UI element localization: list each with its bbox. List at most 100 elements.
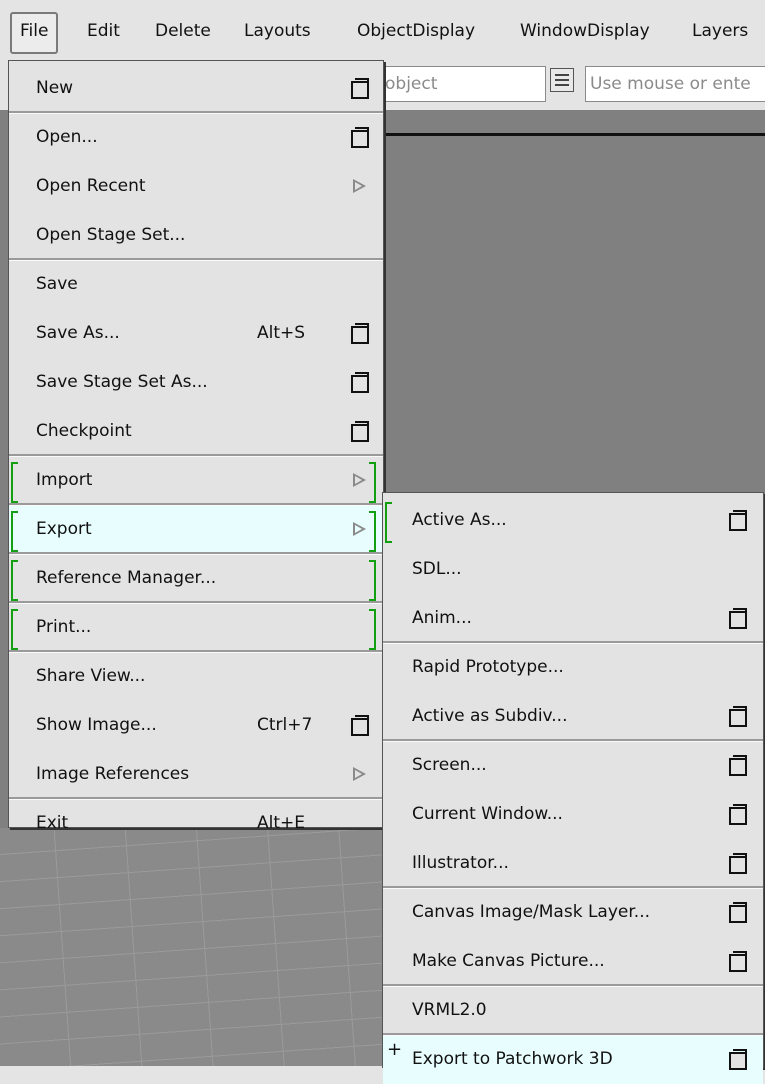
option-box-icon[interactable] bbox=[729, 510, 747, 531]
menu-item-label: Illustrator... bbox=[412, 853, 509, 873]
menu-item-label: Save bbox=[36, 274, 78, 294]
menu-separator bbox=[9, 650, 383, 653]
menu-item-share-view[interactable]: Share View... bbox=[9, 652, 383, 701]
marking-bracket-right-icon bbox=[369, 609, 376, 650]
submenu-arrow-icon bbox=[353, 767, 366, 781]
option-box-icon[interactable] bbox=[351, 715, 369, 736]
option-box-icon[interactable] bbox=[351, 127, 369, 148]
menu-item-open-stage-set[interactable]: Open Stage Set... bbox=[9, 211, 383, 260]
menu-edit[interactable]: Edit bbox=[87, 12, 120, 50]
menu-item-export-to-patchwork-3d[interactable]: Export to Patchwork 3D + bbox=[383, 1035, 763, 1084]
menu-item-reference-manager[interactable]: Reference Manager... bbox=[9, 554, 383, 603]
menu-objectdisplay[interactable]: ObjectDisplay bbox=[357, 12, 475, 50]
menu-bar: File Edit Delete Layouts ObjectDisplay W… bbox=[0, 0, 765, 64]
menu-item-show-image[interactable]: Show Image... Ctrl+7 bbox=[9, 701, 383, 750]
option-box-icon[interactable] bbox=[729, 608, 747, 629]
menu-item-label: Show Image... bbox=[36, 715, 157, 735]
menu-item-label: Checkpoint bbox=[36, 421, 132, 441]
marking-bracket-left-icon bbox=[11, 560, 18, 601]
menu-layers[interactable]: Layers bbox=[692, 12, 748, 50]
menu-item-checkpoint[interactable]: Checkpoint bbox=[9, 407, 383, 456]
option-box-icon[interactable] bbox=[729, 951, 747, 972]
shortcut-label: Alt+E bbox=[257, 813, 306, 833]
menu-item-save[interactable]: Save bbox=[9, 260, 383, 309]
shortcut-label: Ctrl+7 bbox=[257, 715, 313, 735]
menu-item-image-references[interactable]: Image References bbox=[9, 750, 383, 799]
menu-item-label: Anim... bbox=[412, 608, 472, 628]
option-box-icon[interactable] bbox=[351, 323, 369, 344]
menu-item-label: Print... bbox=[36, 617, 92, 637]
menu-separator bbox=[9, 258, 383, 261]
option-box-icon[interactable] bbox=[729, 755, 747, 776]
menu-item-label: VRML2.0 bbox=[412, 1000, 487, 1020]
menu-item-label: Rapid Prototype... bbox=[412, 657, 564, 677]
option-box-icon[interactable] bbox=[729, 902, 747, 923]
submenu-arrow-icon bbox=[353, 522, 366, 536]
menu-file[interactable]: File bbox=[10, 12, 59, 54]
plus-mark-icon: + bbox=[387, 1039, 403, 1060]
menu-item-sdl[interactable]: SDL... bbox=[383, 545, 763, 594]
marking-bracket-left-icon bbox=[11, 609, 18, 650]
menu-item-active-as-subdiv[interactable]: Active as Subdiv... bbox=[383, 692, 763, 741]
menu-item-current-window[interactable]: Current Window... bbox=[383, 790, 763, 839]
marking-bracket-left-icon bbox=[11, 462, 18, 503]
marking-bracket-left-icon bbox=[11, 511, 18, 552]
menu-item-label: Screen... bbox=[412, 755, 487, 775]
menu-item-label: SDL... bbox=[412, 559, 462, 579]
menu-item-screen[interactable]: Screen... bbox=[383, 741, 763, 790]
menu-item-print[interactable]: Print... bbox=[9, 603, 383, 652]
menu-item-label: Active As... bbox=[412, 510, 507, 530]
option-box-icon[interactable] bbox=[729, 1049, 747, 1070]
menu-separator bbox=[9, 454, 383, 457]
menu-separator bbox=[9, 503, 383, 506]
option-box-icon[interactable] bbox=[351, 78, 369, 99]
menu-item-make-canvas-picture[interactable]: Make Canvas Picture... bbox=[383, 937, 763, 986]
menu-separator bbox=[9, 601, 383, 604]
menu-item-label: Export bbox=[36, 519, 92, 539]
menu-item-active-as[interactable]: Active As... bbox=[383, 496, 763, 545]
menu-item-new[interactable]: New bbox=[9, 64, 383, 113]
marking-bracket-right-icon bbox=[369, 511, 376, 552]
marking-bracket-right-icon bbox=[369, 462, 376, 503]
menu-item-save-as[interactable]: Save As... Alt+S bbox=[9, 309, 383, 358]
menu-item-exit[interactable]: Exit Alt+E bbox=[9, 799, 383, 848]
menu-item-label: Current Window... bbox=[412, 804, 563, 824]
menu-item-open[interactable]: Open... bbox=[9, 113, 383, 162]
menu-item-label: Export to Patchwork 3D bbox=[412, 1049, 613, 1069]
menu-separator bbox=[9, 111, 383, 114]
menu-item-import[interactable]: Import bbox=[9, 456, 383, 505]
command-input[interactable]: Use mouse or ente bbox=[585, 66, 765, 102]
menu-item-export[interactable]: Export bbox=[9, 505, 383, 554]
menu-windowdisplay[interactable]: WindowDisplay bbox=[520, 12, 650, 50]
file-menu: New Open... Open Recent Open Stage Set... Sa… bbox=[8, 60, 384, 833]
object-field[interactable]: object bbox=[380, 66, 546, 102]
submenu-arrow-icon bbox=[353, 473, 366, 487]
menu-item-canvas-image-mask-layer[interactable]: Canvas Image/Mask Layer... bbox=[383, 888, 763, 937]
option-box-icon[interactable] bbox=[729, 853, 747, 874]
option-box-icon[interactable] bbox=[351, 421, 369, 442]
menu-item-label: Active as Subdiv... bbox=[412, 706, 568, 726]
menu-item-label: Share View... bbox=[36, 666, 146, 686]
menu-item-illustrator[interactable]: Illustrator... bbox=[383, 839, 763, 888]
option-box-icon[interactable] bbox=[729, 706, 747, 727]
menu-item-anim[interactable]: Anim... bbox=[383, 594, 763, 643]
menu-item-label: Open Stage Set... bbox=[36, 225, 186, 245]
menu-separator bbox=[383, 886, 763, 889]
menu-item-label: Save As... bbox=[36, 323, 120, 343]
menu-item-label: Open... bbox=[36, 127, 98, 147]
menu-item-open-recent[interactable]: Open Recent bbox=[9, 162, 383, 211]
menu-separator bbox=[9, 552, 383, 555]
viewport-divider bbox=[380, 133, 765, 136]
option-box-icon[interactable] bbox=[729, 804, 747, 825]
menu-item-label: Save Stage Set As... bbox=[36, 372, 208, 392]
menu-delete[interactable]: Delete bbox=[155, 12, 211, 50]
command-list-icon[interactable] bbox=[550, 68, 574, 92]
menu-item-vrml2-0[interactable]: VRML2.0 bbox=[383, 986, 763, 1035]
option-box-icon[interactable] bbox=[351, 372, 369, 393]
menu-separator bbox=[383, 1033, 763, 1036]
menu-item-rapid-prototype[interactable]: Rapid Prototype... bbox=[383, 643, 763, 692]
menu-item-save-stage-set-as[interactable]: Save Stage Set As... bbox=[9, 358, 383, 407]
marking-bracket-left-icon bbox=[385, 502, 392, 543]
export-submenu: Active As... SDL... Anim... Rapid Prototype… bbox=[382, 492, 764, 1084]
menu-layouts[interactable]: Layouts bbox=[244, 12, 311, 50]
